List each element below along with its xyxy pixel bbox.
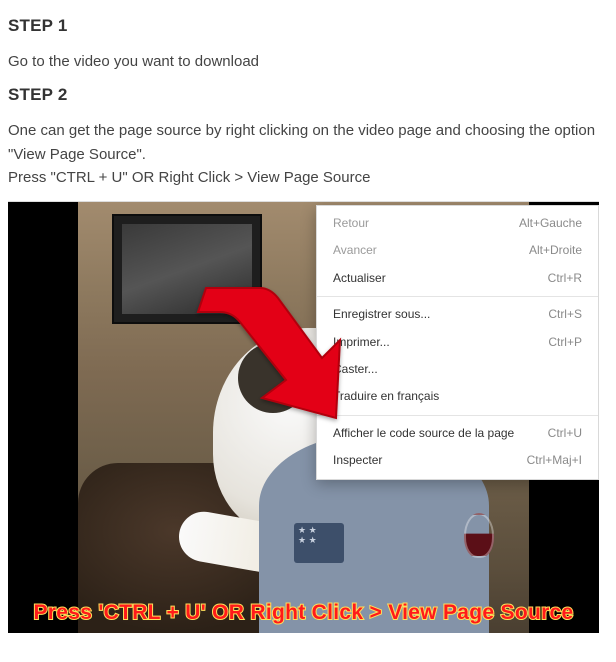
- menu-label: Enregistrer sous...: [333, 306, 430, 323]
- step2-text: One can get the page source by right cli…: [8, 119, 608, 189]
- menu-shortcut: Ctrl+U: [548, 425, 582, 442]
- menu-label: Afficher le code source de la page: [333, 425, 514, 442]
- menu-item-saveas[interactable]: Enregistrer sous... Ctrl+S: [317, 301, 598, 328]
- tshirt-flag: [294, 523, 344, 563]
- menu-item-forward[interactable]: Avancer Alt+Droite: [317, 237, 598, 264]
- wine-glass: [464, 513, 494, 558]
- menu-label: Actualiser: [333, 270, 386, 287]
- step1-text: Go to the video you want to download: [8, 50, 608, 73]
- menu-shortcut: Ctrl+S: [548, 306, 582, 323]
- menu-label: Retour: [333, 215, 369, 232]
- menu-label: Traduire en français: [333, 388, 439, 405]
- menu-shortcut: Ctrl+P: [548, 334, 582, 351]
- menu-divider: [317, 415, 598, 416]
- menu-shortcut: Alt+Gauche: [519, 215, 582, 232]
- screenshot-caption: Press 'CTRL + U' OR Right Click > View P…: [8, 601, 599, 625]
- step2-text-line2: Press "CTRL + U" OR Right Click > View P…: [8, 166, 608, 189]
- menu-shortcut: Ctrl+Maj+I: [527, 452, 582, 469]
- menu-shortcut: Alt+Droite: [529, 242, 582, 259]
- menu-shortcut: Ctrl+R: [548, 270, 582, 287]
- letterbox-left: [8, 202, 78, 633]
- menu-label: Caster...: [333, 361, 378, 378]
- menu-item-back[interactable]: Retour Alt+Gauche: [317, 210, 598, 237]
- screenshot: Retour Alt+Gauche Avancer Alt+Droite Act…: [8, 201, 599, 633]
- menu-item-print[interactable]: Imprimer... Ctrl+P: [317, 329, 598, 356]
- wall-picture: [112, 214, 262, 324]
- menu-divider: [317, 296, 598, 297]
- menu-label: Imprimer...: [333, 334, 390, 351]
- menu-item-cast[interactable]: Caster...: [317, 356, 598, 383]
- menu-item-view-source[interactable]: Afficher le code source de la page Ctrl+…: [317, 420, 598, 447]
- step2-heading: STEP 2: [8, 85, 608, 105]
- menu-label: Inspecter: [333, 452, 382, 469]
- menu-item-translate[interactable]: Traduire en français: [317, 383, 598, 410]
- menu-item-inspect[interactable]: Inspecter Ctrl+Maj+I: [317, 447, 598, 474]
- context-menu: Retour Alt+Gauche Avancer Alt+Droite Act…: [316, 205, 599, 480]
- menu-label: Avancer: [333, 242, 377, 259]
- step2-text-line1: One can get the page source by right cli…: [8, 122, 595, 162]
- step1-heading: STEP 1: [8, 16, 608, 36]
- menu-item-refresh[interactable]: Actualiser Ctrl+R: [317, 265, 598, 292]
